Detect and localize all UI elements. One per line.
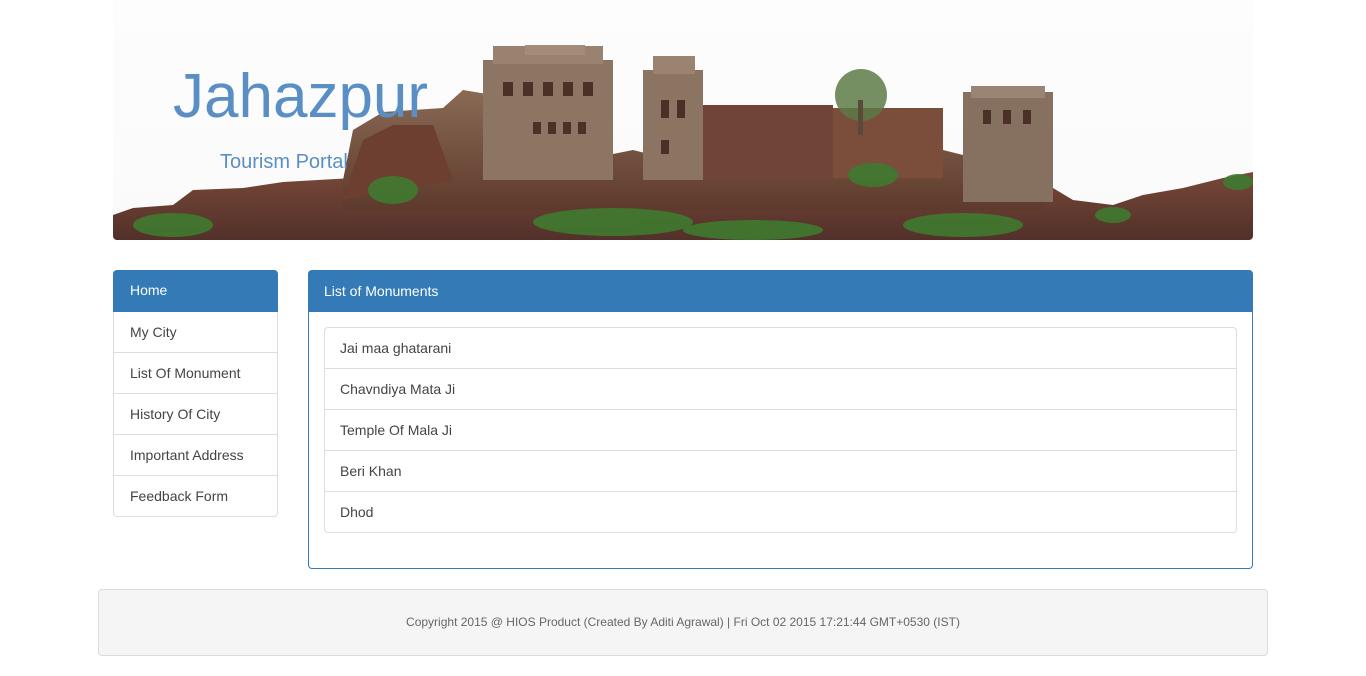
sidebar-item-list-of-monument[interactable]: List Of Monument (113, 353, 278, 394)
monument-list: Jai maa ghatarani Chavndiya Mata Ji Temp… (324, 327, 1237, 533)
list-item[interactable]: Jai maa ghatarani (325, 328, 1236, 369)
panel-title: List of Monuments (309, 271, 1252, 312)
footer-text: Copyright 2015 @ HIOS Product (Created B… (406, 615, 960, 629)
list-item[interactable]: Beri Khan (325, 451, 1236, 492)
site-subtitle: Tourism Portal (220, 151, 348, 173)
footer: Copyright 2015 @ HIOS Product (Created B… (98, 589, 1268, 656)
list-item[interactable]: Temple Of Mala Ji (325, 410, 1236, 451)
sidebar-item-important-address[interactable]: Important Address (113, 435, 278, 476)
site-title: Jahazpur (173, 62, 429, 131)
sidebar-nav: Home My City List Of Monument History Of… (113, 270, 278, 517)
monuments-panel: List of Monuments Jai maa ghatarani Chav… (308, 270, 1253, 569)
header-banner: Jahazpur Tourism Portal (113, 0, 1253, 240)
sidebar-item-home[interactable]: Home (113, 270, 278, 312)
list-item[interactable]: Chavndiya Mata Ji (325, 369, 1236, 410)
sidebar-item-my-city[interactable]: My City (113, 312, 278, 353)
sidebar-item-history-of-city[interactable]: History Of City (113, 394, 278, 435)
list-item[interactable]: Dhod (325, 492, 1236, 532)
sidebar-item-feedback-form[interactable]: Feedback Form (113, 476, 278, 517)
